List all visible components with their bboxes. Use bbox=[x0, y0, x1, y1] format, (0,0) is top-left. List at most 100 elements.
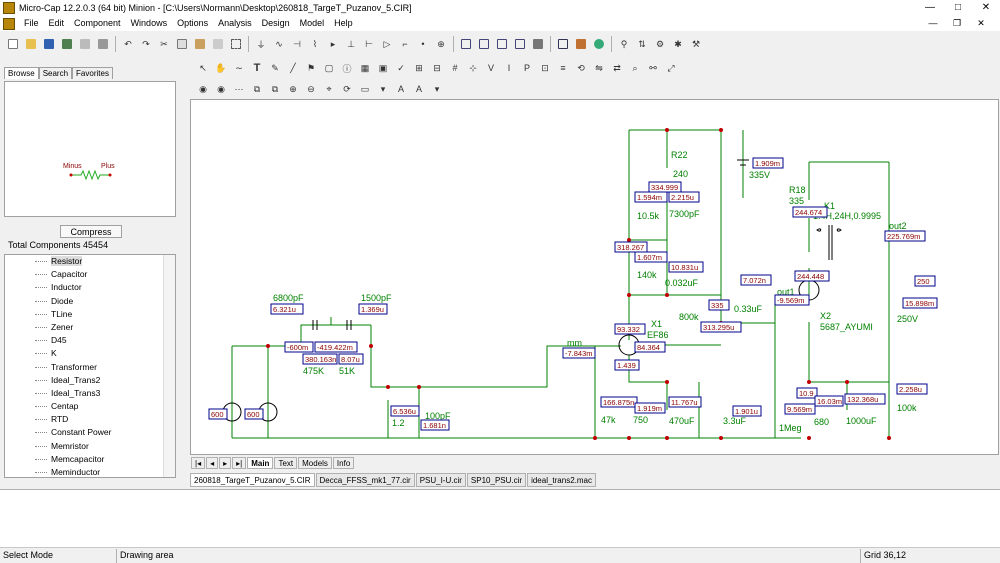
zoom-fit-icon[interactable]: ⤢ bbox=[663, 60, 679, 76]
list-item[interactable]: Ideal_Trans2 bbox=[5, 374, 175, 387]
maximize-button[interactable]: □ bbox=[944, 0, 972, 16]
list-item[interactable]: Memristor bbox=[5, 440, 175, 453]
stepping-icon[interactable]: ⇅ bbox=[634, 36, 650, 52]
tab-search[interactable]: Search bbox=[38, 67, 73, 79]
picture-icon[interactable]: ▣ bbox=[375, 60, 391, 76]
menu-help[interactable]: Help bbox=[329, 16, 358, 31]
doc-restore-button[interactable]: ❐ bbox=[946, 16, 968, 31]
calculator-icon[interactable] bbox=[530, 36, 546, 52]
zoom-area-icon[interactable]: ⌖ bbox=[321, 81, 337, 97]
line-tool-icon[interactable]: ╱ bbox=[285, 60, 301, 76]
list-item[interactable]: Constant Power bbox=[5, 426, 175, 439]
zoom-in-icon[interactable]: ⊕ bbox=[285, 81, 301, 97]
node-numbers-icon[interactable]: ⊞ bbox=[411, 60, 427, 76]
list-item[interactable]: Memcapacitor bbox=[5, 453, 175, 466]
pencil-icon[interactable]: ✎ bbox=[267, 60, 283, 76]
font-small-icon[interactable]: A bbox=[411, 81, 427, 97]
file-tab[interactable]: PSU_I-U.cir bbox=[415, 473, 466, 487]
ground-icon[interactable]: ⏚ bbox=[253, 36, 269, 52]
current-icon[interactable]: I bbox=[501, 60, 517, 76]
list-item[interactable]: D45 bbox=[5, 334, 175, 347]
print-icon[interactable] bbox=[95, 36, 111, 52]
text-tool-icon[interactable]: T bbox=[249, 60, 265, 76]
flip-icon[interactable]: ⇋ bbox=[591, 60, 607, 76]
refresh-icon[interactable]: ⟳ bbox=[339, 81, 355, 97]
file-tab[interactable]: ideal_trans2.mac bbox=[527, 473, 596, 487]
list-item[interactable]: Inductor bbox=[5, 281, 175, 294]
battery-icon[interactable]: ⊥ bbox=[343, 36, 359, 52]
doc-minimize-button[interactable]: — bbox=[922, 16, 944, 31]
list-item[interactable]: Meminductor bbox=[5, 466, 175, 477]
list-item[interactable]: Capacitor bbox=[5, 268, 175, 281]
menu-file[interactable]: File bbox=[19, 16, 44, 31]
print-preview-icon[interactable] bbox=[77, 36, 93, 52]
condition-icon[interactable]: ⊡ bbox=[537, 60, 553, 76]
menu-analysis[interactable]: Analysis bbox=[213, 16, 257, 31]
more-icon[interactable]: ⋯ bbox=[231, 81, 247, 97]
component-panel-icon[interactable] bbox=[555, 36, 571, 52]
font-dropdown-icon[interactable]: ▾ bbox=[429, 81, 445, 97]
cut-icon[interactable]: ✂ bbox=[156, 36, 172, 52]
find-icon[interactable]: ⌕ bbox=[627, 60, 643, 76]
prev-page-button[interactable]: ◂ bbox=[206, 457, 219, 469]
tile-vertical-icon[interactable] bbox=[476, 36, 492, 52]
schematic[interactable]: 6800pF 1500pF 475K 51K 100pF 1.2 R22 240… bbox=[191, 100, 998, 454]
list-item[interactable]: Zener bbox=[5, 321, 175, 334]
redo-icon[interactable]: ↷ bbox=[138, 36, 154, 52]
resistor-icon[interactable]: ∿ bbox=[271, 36, 287, 52]
list-item[interactable]: Transformer bbox=[5, 361, 175, 374]
flag-icon[interactable]: ⚑ bbox=[303, 60, 319, 76]
menu-design[interactable]: Design bbox=[257, 16, 295, 31]
copy-region-icon[interactable]: ⧉ bbox=[267, 81, 283, 97]
copy-page-icon[interactable]: ⧉ bbox=[249, 81, 265, 97]
first-page-button[interactable]: |◂ bbox=[191, 457, 206, 469]
globe-icon[interactable] bbox=[591, 36, 607, 52]
list-item[interactable]: Centap bbox=[5, 400, 175, 413]
info-icon[interactable]: ⓘ bbox=[339, 60, 355, 76]
wire-icon[interactable]: ∼ bbox=[231, 60, 247, 76]
pause-icon[interactable]: ◉ bbox=[213, 81, 229, 97]
tab-models[interactable]: Models bbox=[298, 457, 332, 469]
power-icon[interactable]: P bbox=[519, 60, 535, 76]
list-item[interactable]: Diode bbox=[5, 295, 175, 308]
grid-tool-icon[interactable]: ▦ bbox=[357, 60, 373, 76]
diode-icon[interactable]: ▸ bbox=[325, 36, 341, 52]
file-tab[interactable]: Decca_FFSS_mk1_77.cir bbox=[315, 473, 415, 487]
tools-icon[interactable]: ⚒ bbox=[688, 36, 704, 52]
font-large-icon[interactable]: A bbox=[393, 81, 409, 97]
close-button[interactable]: ✕ bbox=[972, 0, 1000, 16]
zoom-out-icon[interactable]: ⊖ bbox=[303, 81, 319, 97]
inductor-icon[interactable]: ⌇ bbox=[307, 36, 323, 52]
page-icon[interactable]: ▭ bbox=[357, 81, 373, 97]
list-item[interactable]: Ideal_Trans3 bbox=[5, 387, 175, 400]
cascade-icon[interactable] bbox=[458, 36, 474, 52]
stop-icon[interactable]: ◉ bbox=[195, 81, 211, 97]
document-icon[interactable] bbox=[3, 17, 15, 30]
menu-model[interactable]: Model bbox=[295, 16, 330, 31]
shape-tool-icon[interactable]: ▢ bbox=[321, 60, 337, 76]
undo-icon[interactable]: ↶ bbox=[120, 36, 136, 52]
parameter-icon[interactable]: ⚙ bbox=[652, 36, 668, 52]
probe-icon[interactable]: ⚲ bbox=[616, 36, 632, 52]
opamp-icon[interactable]: ▷ bbox=[379, 36, 395, 52]
last-page-button[interactable]: ▸| bbox=[232, 457, 247, 469]
capacitor-icon[interactable]: ⊣ bbox=[289, 36, 305, 52]
drawing-area[interactable]: 6800pF 1500pF 475K 51K 100pF 1.2 R22 240… bbox=[190, 99, 999, 455]
tab-info[interactable]: Info bbox=[332, 457, 355, 469]
component-list-scrollbar[interactable] bbox=[163, 255, 175, 477]
source-icon[interactable]: ⊕ bbox=[433, 36, 449, 52]
select-arrow-icon[interactable]: ↖ bbox=[195, 60, 211, 76]
file-tab[interactable]: SP10_PSU.cir bbox=[466, 473, 527, 487]
overlap-icon[interactable] bbox=[512, 36, 528, 52]
list-item[interactable]: K bbox=[5, 347, 175, 360]
analysis-icon[interactable]: ✱ bbox=[670, 36, 686, 52]
menu-windows[interactable]: Windows bbox=[126, 16, 173, 31]
menu-edit[interactable]: Edit bbox=[44, 16, 70, 31]
mirror-icon[interactable]: ⇄ bbox=[609, 60, 625, 76]
new-icon[interactable] bbox=[5, 36, 21, 52]
list-item[interactable]: TLine bbox=[5, 308, 175, 321]
output-pane[interactable] bbox=[0, 489, 1000, 547]
open-icon[interactable] bbox=[23, 36, 39, 52]
tab-text[interactable]: Text bbox=[274, 457, 298, 469]
minimize-button[interactable]: — bbox=[916, 0, 944, 16]
